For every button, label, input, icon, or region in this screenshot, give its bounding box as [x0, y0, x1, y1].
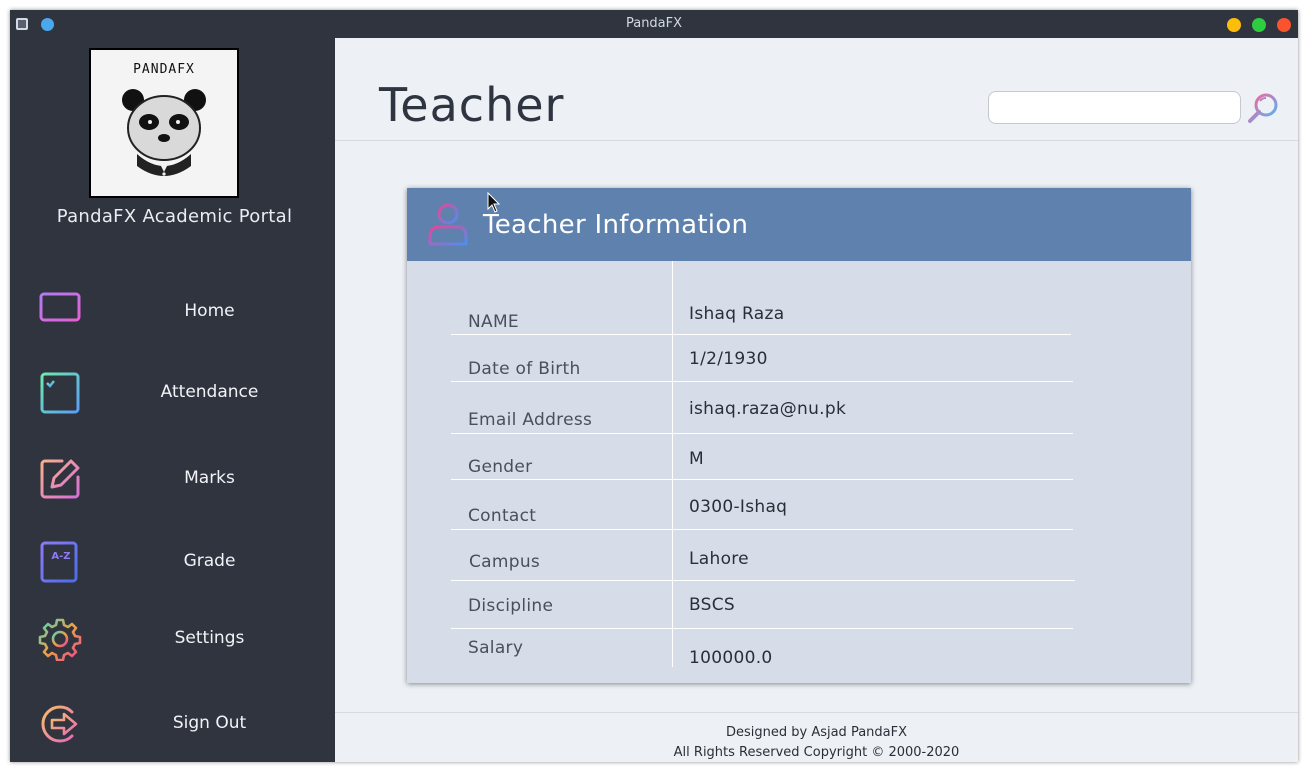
monitor-icon: [39, 292, 81, 331]
salary-value: 100000.0: [689, 648, 773, 668]
minimize-button[interactable]: [1227, 18, 1241, 32]
window-title: PandaFX: [625, 16, 683, 31]
gender-label: Gender: [468, 457, 533, 477]
footer-divider: [335, 712, 1298, 713]
sidebar: PANDAFX PandaFX Academic Portal Home Att…: [14, 38, 335, 762]
user-icon: [428, 203, 468, 246]
contact-value: 0300-Ishaq: [689, 497, 788, 517]
row-divider: [451, 334, 1071, 335]
footer-copyright: All Rights Reserved Copyright © 2000-202…: [673, 745, 960, 760]
a-z-book-icon: A-Z: [40, 541, 78, 583]
contact-label: Contact: [468, 506, 537, 526]
nav-settings-label: Settings: [174, 628, 245, 648]
row-divider: [451, 381, 1073, 382]
nav-attendance[interactable]: Attendance: [14, 363, 335, 423]
gear-icon: [38, 618, 82, 661]
email-label: Email Address: [468, 410, 593, 430]
row-divider: [451, 529, 1073, 530]
teacher-info-card: Teacher Information NAME Ishaq Raza Date…: [407, 188, 1191, 683]
nav-sign-out[interactable]: Sign Out: [14, 694, 335, 754]
nav-sign-out-label: Sign Out: [172, 713, 247, 733]
panda-logo: PANDAFX: [89, 48, 239, 198]
row-divider: [451, 580, 1075, 581]
row-divider: [451, 479, 1073, 480]
row-divider: [451, 628, 1073, 629]
row-divider: [451, 433, 1073, 434]
nav-marks[interactable]: Marks: [14, 449, 335, 509]
app-window: PandaFX PANDAFX PandaFX Academic Portal: [10, 10, 1298, 762]
header-divider: [335, 140, 1298, 141]
campus-value: Lahore: [689, 549, 749, 569]
nav-grade[interactable]: A-Z Grade: [14, 532, 335, 592]
page-title: Teacher: [379, 78, 565, 132]
edit-pencil-icon: [40, 459, 80, 499]
email-value: ishaq.raza@nu.pk: [689, 399, 847, 419]
name-label: NAME: [468, 312, 519, 332]
nav-grade-label: Grade: [183, 551, 236, 571]
title-bar: PandaFX: [10, 10, 1298, 38]
campus-label: Campus: [469, 552, 541, 572]
main-content: Teacher Teacher Information NAME Ishaq R…: [335, 38, 1298, 762]
svg-text:A-Z: A-Z: [51, 551, 70, 562]
dob-label: Date of Birth: [468, 359, 581, 379]
close-button[interactable]: [1277, 18, 1291, 32]
nav-settings[interactable]: Settings: [14, 609, 335, 669]
dob-value: 1/2/1930: [689, 349, 768, 369]
gender-value: M: [689, 449, 704, 469]
name-value: Ishaq Raza: [689, 304, 785, 324]
card-title: Teacher Information: [483, 210, 749, 240]
search-input[interactable]: [988, 91, 1241, 124]
mouse-cursor-icon: [487, 192, 501, 213]
checklist-icon: [40, 372, 80, 414]
card-header: Teacher Information: [407, 188, 1191, 261]
salary-label: Salary: [468, 638, 524, 658]
sign-out-icon: [41, 705, 78, 743]
footer-credit: Designed by Asjad PandaFX: [725, 725, 908, 740]
logo-text: PANDAFX: [133, 62, 195, 77]
discipline-label: Discipline: [468, 596, 554, 616]
nav-attendance-label: Attendance: [160, 382, 259, 402]
column-divider: [672, 261, 673, 667]
maximize-button[interactable]: [1252, 18, 1266, 32]
search-icon[interactable]: [1247, 92, 1279, 124]
discipline-value: BSCS: [689, 595, 736, 615]
panda-icon: [122, 89, 206, 176]
nav-home[interactable]: Home: [14, 282, 335, 342]
nav-home-label: Home: [184, 301, 235, 321]
portal-title: PandaFX Academic Portal: [56, 206, 293, 227]
nav-marks-label: Marks: [184, 468, 235, 488]
